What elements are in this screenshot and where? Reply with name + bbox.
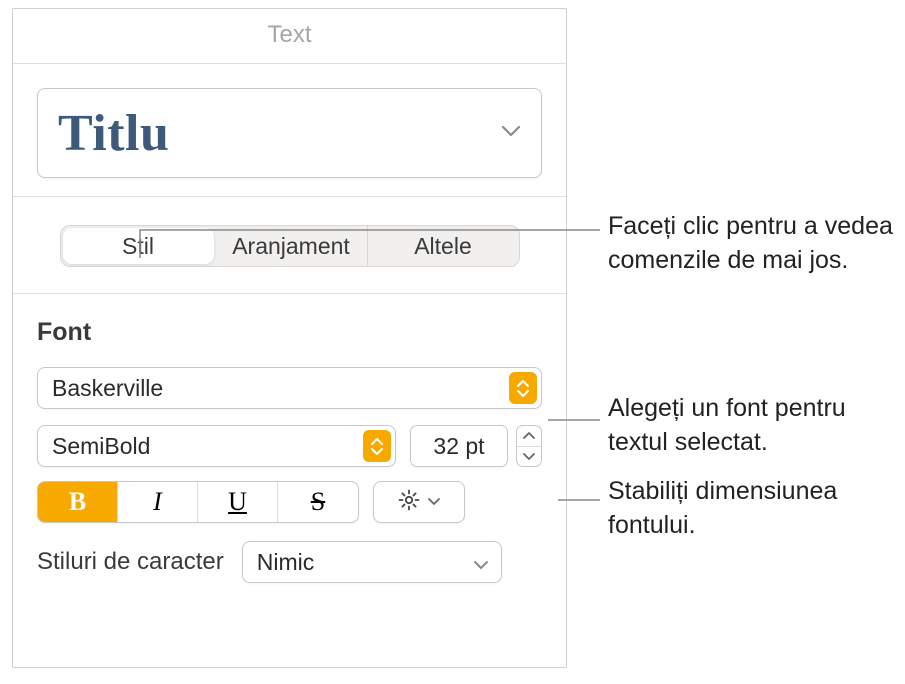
inspector-title: Text	[13, 9, 566, 64]
chevron-down-icon	[427, 493, 441, 511]
callout-font: Alegeți un font pentru textul selectat.	[608, 392, 898, 460]
callout-tabs: Faceți clic pentru a vedea comenzile de …	[608, 210, 898, 278]
font-size-stepper[interactable]	[516, 425, 542, 467]
paragraph-style-name: Titlu	[58, 104, 169, 163]
character-styles-label: Stiluri de caracter	[37, 548, 224, 576]
underline-label: U	[228, 487, 247, 517]
inspector-tabs: Stil Aranjament Altele	[60, 225, 520, 267]
advanced-options-button[interactable]	[373, 481, 465, 523]
chevron-down-icon	[501, 124, 521, 142]
bold-button[interactable]: B	[38, 482, 118, 522]
tab-aranjament[interactable]: Aranjament	[216, 226, 368, 266]
chevron-down-icon	[473, 549, 489, 576]
gear-icon	[397, 488, 421, 517]
font-family-popup[interactable]: Baskerville	[37, 367, 542, 409]
stepper-down[interactable]	[517, 447, 541, 467]
underline-button[interactable]: U	[198, 482, 278, 522]
tab-stil[interactable]: Stil	[63, 228, 214, 264]
paragraph-style-popup[interactable]: Titlu	[37, 88, 542, 178]
tab-altele[interactable]: Altele	[368, 226, 519, 266]
font-size-control: 32 pt	[410, 425, 542, 467]
font-size-field[interactable]: 32 pt	[410, 425, 508, 467]
italic-label: I	[153, 487, 162, 517]
callout-size: Stabiliți dimensiunea fontului.	[608, 475, 898, 543]
divider	[13, 196, 566, 197]
font-weight-popup[interactable]: SemiBold	[37, 425, 396, 467]
bold-label: B	[69, 487, 86, 517]
font-section: Font Baskerville SemiBold 32 pt	[13, 318, 566, 583]
character-styles-value: Nimic	[257, 549, 315, 576]
font-section-label: Font	[37, 318, 542, 347]
updown-icon	[363, 430, 391, 462]
strikethrough-button[interactable]: S	[278, 482, 358, 522]
text-inspector-panel: Text Titlu Stil Aranjament Altele Font B…	[12, 8, 567, 668]
text-format-group: B I U S	[37, 481, 359, 523]
font-weight-value: SemiBold	[52, 433, 150, 460]
divider	[13, 293, 566, 294]
italic-button[interactable]: I	[118, 482, 198, 522]
strike-label: S	[311, 487, 325, 517]
updown-icon	[509, 372, 537, 404]
stepper-up[interactable]	[517, 426, 541, 447]
character-styles-popup[interactable]: Nimic	[242, 541, 502, 583]
font-family-value: Baskerville	[52, 375, 163, 402]
